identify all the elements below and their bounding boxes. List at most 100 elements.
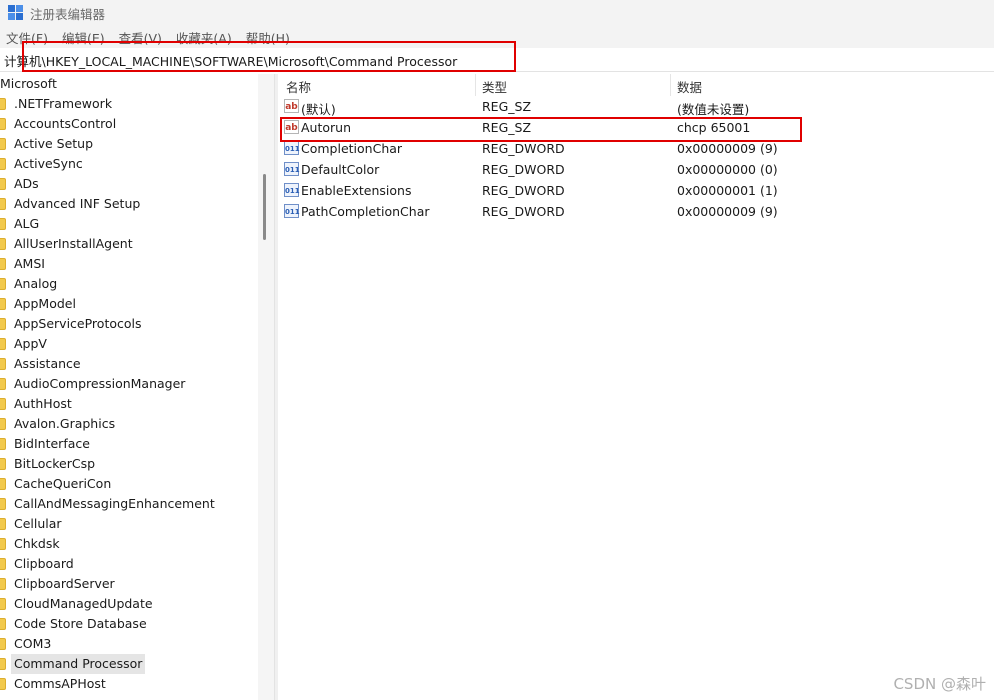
- menu-edit[interactable]: 编辑(E): [62, 28, 105, 47]
- value-name: PathCompletionChar: [301, 204, 430, 219]
- tree-item-label: Avalon.Graphics: [14, 416, 116, 431]
- tree-item[interactable]: AuthHost: [0, 394, 258, 414]
- tree-item[interactable]: Chkdsk: [0, 534, 258, 554]
- tree-root-key[interactable]: Microsoft: [0, 74, 258, 94]
- tree-item[interactable]: CallAndMessagingEnhancement: [0, 494, 258, 514]
- folder-icon: [0, 198, 6, 210]
- tree-item[interactable]: BidInterface: [0, 434, 258, 454]
- tree-item[interactable]: COM3: [0, 634, 258, 654]
- menu-view[interactable]: 查看(V): [119, 28, 162, 47]
- tree-item[interactable]: Active Setup: [0, 134, 258, 154]
- tree-item-label: AccountsControl: [14, 116, 117, 131]
- value-row[interactable]: 011 PathCompletionChar REG_DWORD 0x00000009…: [279, 201, 994, 222]
- tree-item[interactable]: ActiveSync: [0, 154, 258, 174]
- value-data: 0x00000009 (9): [677, 141, 778, 156]
- tree-item[interactable]: Cellular: [0, 514, 258, 534]
- column-header-data[interactable]: 数据: [677, 77, 702, 96]
- tree-item[interactable]: .NETFramework: [0, 94, 258, 114]
- tree-item-label: Clipboard: [14, 556, 74, 571]
- tree-item[interactable]: AllUserInstallAgent: [0, 234, 258, 254]
- folder-icon: [0, 558, 6, 570]
- tree-item-label: AppV: [14, 336, 47, 351]
- tree-item-label: BitLockerCsp: [14, 456, 96, 471]
- menu-file[interactable]: 文件(F): [6, 28, 48, 47]
- value-row[interactable]: 011 DefaultColor REG_DWORD 0x00000000 (0): [279, 159, 994, 180]
- tree-item[interactable]: Avalon.Graphics: [0, 414, 258, 434]
- folder-icon: [0, 318, 6, 330]
- tree-item[interactable]: AppModel: [0, 294, 258, 314]
- values-pane[interactable]: 名称 类型 数据 ab (默认) REG_SZ (数值未设置) ab Autorun REG…: [279, 74, 994, 700]
- folder-icon: [0, 218, 6, 230]
- column-header-name[interactable]: 名称: [286, 77, 311, 96]
- tree-item-label: CallAndMessagingEnhancement: [14, 496, 215, 511]
- value-name: (默认): [301, 102, 336, 117]
- tree-item[interactable]: Clipboard: [0, 554, 258, 574]
- tree-scrollbar[interactable]: [258, 74, 274, 700]
- menu-bar: 文件(F) 编辑(E) 查看(V) 收藏夹(A) 帮助(H): [0, 26, 994, 48]
- tree-item[interactable]: Command Processor: [0, 654, 258, 674]
- tree-item-label: Analog: [14, 276, 58, 291]
- value-row[interactable]: ab Autorun REG_SZ chcp 65001: [279, 117, 994, 138]
- tree-item[interactable]: AppV: [0, 334, 258, 354]
- tree-item[interactable]: AudioCompressionManager: [0, 374, 258, 394]
- menu-favorites[interactable]: 收藏夹(A): [176, 28, 232, 47]
- column-divider[interactable]: [670, 74, 671, 96]
- tree-item-label: AppModel: [14, 296, 76, 311]
- value-name: CompletionChar: [301, 141, 403, 156]
- folder-icon: [0, 338, 6, 350]
- folder-icon: [0, 358, 6, 370]
- tree-item-label: ADs: [14, 176, 39, 191]
- folder-icon: [0, 478, 6, 490]
- binary-value-icon: 011: [284, 162, 300, 176]
- tree-item[interactable]: Assistance: [0, 354, 258, 374]
- folder-icon: [0, 658, 6, 670]
- folder-icon: [0, 98, 6, 110]
- tree-item[interactable]: CacheQueriCon: [0, 474, 258, 494]
- tree-item[interactable]: Code Store Database: [0, 614, 258, 634]
- tree-item-label: Chkdsk: [14, 536, 60, 551]
- tree-item[interactable]: Analog: [0, 274, 258, 294]
- tree-item-label: AMSI: [14, 256, 45, 271]
- column-divider[interactable]: [475, 74, 476, 96]
- tree-item[interactable]: ADs: [0, 174, 258, 194]
- value-row[interactable]: ab (默认) REG_SZ (数值未设置): [279, 96, 994, 117]
- watermark: CSDN @森叶: [893, 675, 986, 693]
- value-data: 0x00000001 (1): [677, 183, 778, 198]
- binary-value-icon: 011: [284, 204, 300, 218]
- tree-scrollbar-thumb[interactable]: [263, 174, 266, 240]
- tree-item-label: ClipboardServer: [14, 576, 115, 591]
- value-type: REG_DWORD: [482, 141, 565, 156]
- value-data: 0x00000000 (0): [677, 162, 778, 177]
- tree-item-label: BidInterface: [14, 436, 90, 451]
- tree-item[interactable]: AMSI: [0, 254, 258, 274]
- folder-icon: [0, 118, 6, 130]
- folder-icon: [0, 618, 6, 630]
- folder-icon: [0, 438, 6, 450]
- tree-item[interactable]: AppServiceProtocols: [0, 314, 258, 334]
- tree-item[interactable]: BitLockerCsp: [0, 454, 258, 474]
- tree-item[interactable]: ALG: [0, 214, 258, 234]
- value-row[interactable]: 011 EnableExtensions REG_DWORD 0x00000001 (…: [279, 180, 994, 201]
- binary-value-icon: 011: [284, 183, 300, 197]
- column-header-type[interactable]: 类型: [482, 77, 507, 96]
- pane-splitter[interactable]: [274, 74, 278, 700]
- tree-root-label: Microsoft: [0, 76, 57, 91]
- tree-item[interactable]: ClipboardServer: [0, 574, 258, 594]
- address-bar[interactable]: 计算机\HKEY_LOCAL_MACHINE\SOFTWARE\Microsof…: [0, 50, 994, 72]
- address-path[interactable]: 计算机\HKEY_LOCAL_MACHINE\SOFTWARE\Microsof…: [4, 51, 457, 70]
- tree-item-label: AudioCompressionManager: [14, 376, 186, 391]
- key-tree[interactable]: Microsoft .NETFramework AccountsControl Ac…: [0, 74, 258, 700]
- tree-item-label: Assistance: [14, 356, 81, 371]
- folder-icon: [0, 638, 6, 650]
- tree-item[interactable]: AccountsControl: [0, 114, 258, 134]
- string-value-icon: ab: [284, 99, 299, 113]
- value-data: (数值未设置): [677, 102, 750, 117]
- tree-item[interactable]: CommsAPHost: [0, 674, 258, 694]
- tree-item[interactable]: CloudManagedUpdate: [0, 594, 258, 614]
- tree-item-label: AllUserInstallAgent: [14, 236, 133, 251]
- menu-help[interactable]: 帮助(H): [246, 28, 290, 47]
- tree-item[interactable]: Advanced INF Setup: [0, 194, 258, 214]
- folder-icon: [0, 398, 6, 410]
- tree-item-label: CloudManagedUpdate: [14, 596, 153, 611]
- value-row[interactable]: 011 CompletionChar REG_DWORD 0x00000009 (9): [279, 138, 994, 159]
